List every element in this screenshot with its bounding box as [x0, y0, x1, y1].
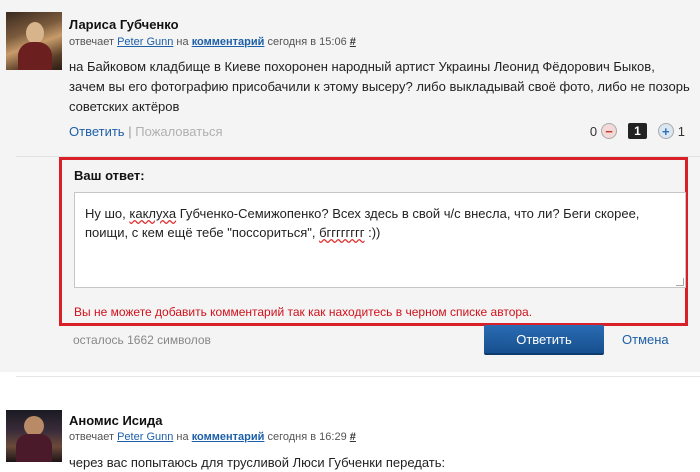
- actions-separator: |: [128, 124, 132, 139]
- resize-handle-icon[interactable]: [676, 278, 684, 286]
- comment-meta: отвечает Peter Gunn на комментарий сегод…: [69, 431, 356, 443]
- target-comment-link[interactable]: комментарий: [192, 36, 265, 48]
- minus-icon[interactable]: −: [601, 123, 618, 139]
- comment-card: Лариса Губченко отвечает Peter Gunn на к…: [0, 0, 700, 372]
- permalink-hash[interactable]: #: [350, 431, 356, 443]
- comment-author[interactable]: Лариса Губченко: [69, 17, 179, 32]
- meta-on-word: на: [176, 431, 189, 443]
- meta-replies-word: отвечает: [69, 431, 115, 443]
- target-comment-link[interactable]: комментарий: [192, 431, 265, 443]
- char-counter: осталось 1662 символов: [73, 333, 211, 347]
- downvote-count: 0: [589, 123, 598, 139]
- comment-author[interactable]: Аномис Исида: [69, 413, 163, 428]
- reply-to-user-link[interactable]: Peter Gunn: [117, 36, 173, 48]
- reply-link[interactable]: Ответить: [69, 124, 125, 139]
- meta-on-word: на: [176, 36, 189, 48]
- avatar[interactable]: [6, 410, 62, 462]
- reply-text: Ну шо,: [85, 206, 130, 221]
- vote-widget: 0 − 1 + 1: [590, 123, 685, 139]
- reply-form-title: Ваш ответ:: [74, 168, 145, 183]
- comment-meta: отвечает Peter Gunn на комментарий сегод…: [69, 36, 356, 48]
- divider: [16, 376, 700, 377]
- submit-reply-button[interactable]: Ответить: [484, 325, 604, 355]
- plus-icon[interactable]: +: [657, 123, 674, 139]
- reply-text: :)): [364, 225, 381, 240]
- comment-text: через вас попытаюсь для трусливой Люси Г…: [69, 455, 446, 470]
- meta-replies-word: отвечает: [69, 36, 115, 48]
- misspelled-word: бгггггггг: [319, 225, 365, 240]
- cancel-button[interactable]: Отмена: [622, 332, 669, 347]
- vote-score: 1: [628, 123, 647, 139]
- comment-time: сегодня в 16:29: [267, 431, 347, 443]
- misspelled-word: каклуха: [129, 206, 177, 221]
- avatar[interactable]: [6, 12, 62, 70]
- upvote-count: 1: [677, 123, 685, 139]
- permalink-hash[interactable]: #: [350, 36, 356, 48]
- reply-textarea[interactable]: Ну шо, каклуха Губченко-Семижопенко? Все…: [74, 192, 686, 288]
- reply-form: Ваш ответ: Ну шо, каклуха Губченко-Семиж…: [59, 157, 688, 326]
- reply-to-user-link[interactable]: Peter Gunn: [117, 431, 173, 443]
- comment-actions: Ответить | Пожаловаться: [69, 124, 223, 139]
- blacklist-error: Вы не можете добавить комментарий так ка…: [74, 305, 533, 319]
- complain-link[interactable]: Пожаловаться: [135, 124, 222, 139]
- comment-text: на Байковом кладбище в Киеве похоронен н…: [69, 59, 690, 114]
- comment-time: сегодня в 15:06: [267, 36, 347, 48]
